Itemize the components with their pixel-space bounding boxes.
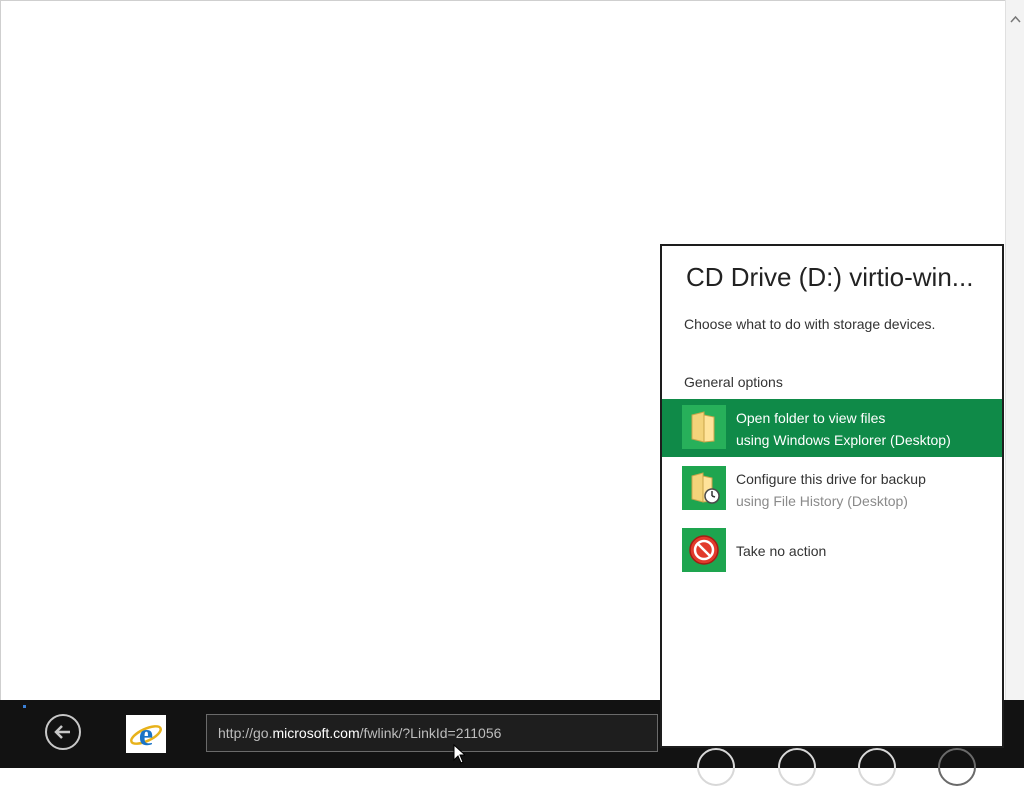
option-subtitle: using Windows Explorer (Desktop): [736, 432, 951, 448]
option-subtitle: using File History (Desktop): [736, 493, 908, 509]
option-text: Take no action: [736, 540, 826, 562]
back-button[interactable]: [45, 714, 81, 750]
flyout-subtitle: Choose what to do with storage devices.: [684, 316, 936, 332]
tab-thumbnail[interactable]: e: [126, 715, 166, 753]
url-prefix: http://go.: [218, 725, 273, 741]
flyout-title: CD Drive (D:) virtio-win...: [686, 262, 974, 292]
mouse-cursor-icon: [453, 744, 465, 764]
page-tools-button[interactable]: [858, 748, 896, 786]
url-path: /fwlink/?LinkId=211056: [359, 725, 502, 741]
file-history-icon: [682, 466, 726, 510]
vertical-scrollbar[interactable]: [1005, 0, 1024, 700]
folder-icon: [682, 405, 726, 449]
back-arrow-icon: [54, 725, 70, 739]
option-title: Open folder to view files: [736, 410, 886, 426]
address-bar[interactable]: http://go.microsoft.com/fwlink/?LinkId=2…: [206, 714, 658, 752]
option-text: Configure this drive for backup using Fi…: [736, 468, 926, 512]
section-heading: General options: [684, 374, 783, 390]
autoplay-flyout: CD Drive (D:) virtio-win... Choose what …: [660, 244, 1004, 748]
internet-explorer-icon: e: [130, 716, 162, 752]
option-open-folder[interactable]: Open folder to view files using Windows …: [662, 399, 1002, 457]
no-action-icon: [682, 528, 726, 572]
option-take-no-action[interactable]: Take no action: [662, 522, 1002, 580]
option-text: Open folder to view files using Windows …: [736, 407, 951, 451]
loading-indicator: [23, 705, 26, 708]
option-configure-backup[interactable]: Configure this drive for backup using Fi…: [662, 460, 1002, 518]
forward-button[interactable]: [938, 748, 976, 786]
option-title: Take no action: [736, 543, 827, 559]
pin-button[interactable]: [778, 748, 816, 786]
svg-text:e: e: [139, 716, 153, 752]
option-title: Configure this drive for backup: [736, 471, 926, 487]
refresh-button[interactable]: [697, 748, 735, 786]
chevron-up-icon[interactable]: [1010, 14, 1021, 25]
url-domain: microsoft.com: [272, 725, 360, 741]
